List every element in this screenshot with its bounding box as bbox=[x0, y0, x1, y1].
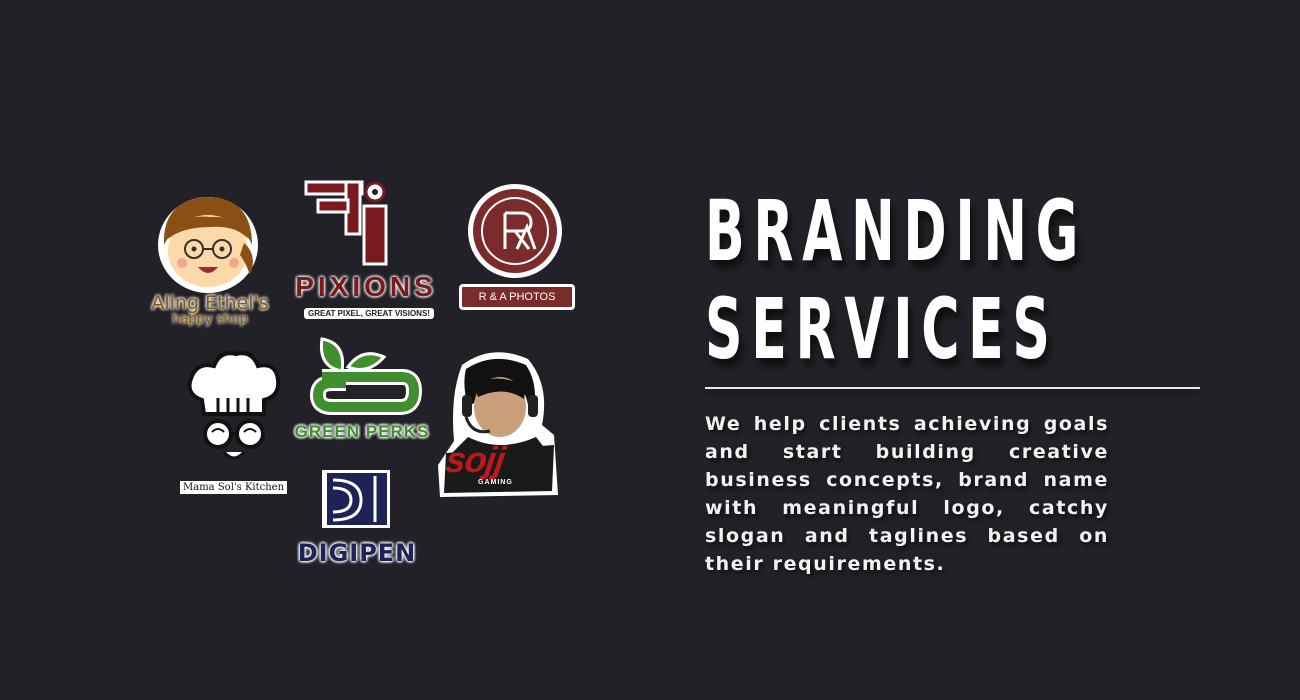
pixions-name: PIXIONS bbox=[295, 271, 437, 302]
mama-sol-name: Mama Sol's Kitchen bbox=[180, 481, 288, 494]
pixions-mark-icon bbox=[304, 180, 388, 266]
page-title: BRANDING SERVICES bbox=[705, 182, 1087, 378]
ra-photos-name: R & A PHOTOS bbox=[459, 284, 575, 310]
sojj-tagline: GAMING bbox=[478, 479, 513, 486]
logo-ra-photos: R & A PHOTOS bbox=[455, 183, 575, 313]
aling-ethel-mascot-icon bbox=[158, 197, 258, 293]
logo-sojj-gaming: SOJJ GAMING bbox=[432, 345, 567, 507]
logo-collage: Aling Ethel's happy shop PIXIONS GREAT P… bbox=[0, 0, 650, 700]
digipen-mark-icon bbox=[322, 470, 390, 528]
logo-aling-ethel: Aling Ethel's happy shop bbox=[140, 183, 280, 328]
service-description: We help clients achieving goals and star… bbox=[705, 413, 1109, 575]
page-title-line-2: SERVICES bbox=[705, 280, 1059, 378]
pixions-tagline: GREAT PIXEL, GREAT VISIONS! bbox=[304, 308, 434, 319]
digipen-name: DIGIPEN bbox=[297, 539, 417, 567]
chef-hat-icon bbox=[187, 351, 281, 460]
ra-photos-emblem-icon bbox=[468, 184, 562, 278]
logo-mama-sol: Mama Sol's Kitchen bbox=[178, 348, 290, 494]
logo-digipen: DIGIPEN bbox=[287, 468, 427, 567]
page-title-line-1: BRANDING bbox=[705, 182, 1088, 280]
aling-ethel-tagline: happy shop bbox=[172, 312, 248, 327]
logo-green-perks: GREEN PERKS bbox=[292, 333, 432, 448]
title-divider bbox=[705, 387, 1200, 389]
sojj-name: SOJJ bbox=[443, 439, 507, 480]
green-perks-name: GREEN PERKS bbox=[294, 422, 430, 441]
logo-pixions: PIXIONS GREAT PIXEL, GREAT VISIONS! bbox=[286, 178, 446, 319]
aling-ethel-name: Aling Ethel's bbox=[151, 292, 269, 314]
green-perks-leaf-icon bbox=[309, 337, 423, 415]
